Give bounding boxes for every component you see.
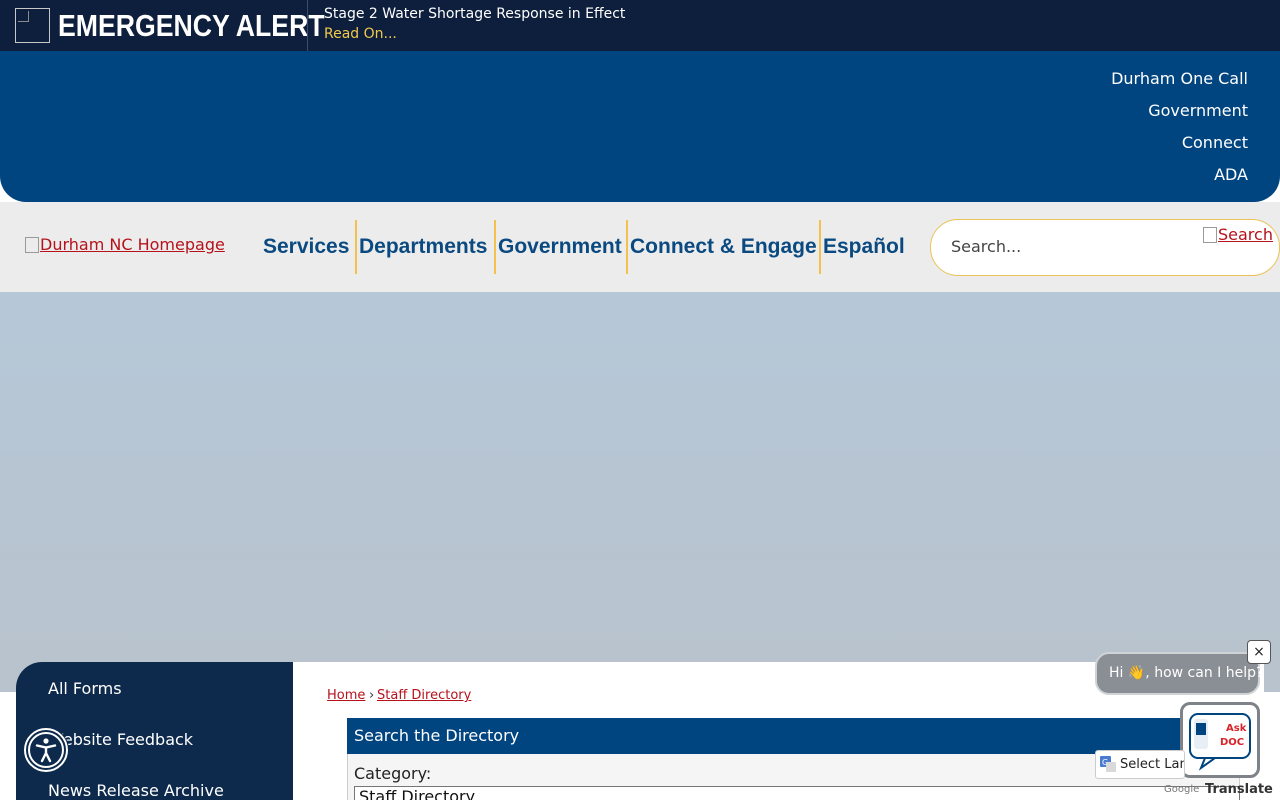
nav-separator [494, 220, 496, 274]
utility-link-government[interactable]: Government [1148, 101, 1248, 120]
breadcrumb-home[interactable]: Home [327, 688, 365, 703]
chat-close-button[interactable]: × [1247, 640, 1271, 664]
side-link-news-release-archive[interactable]: News Release Archive [48, 781, 224, 800]
nav-connect-engage[interactable]: Connect & Engage [630, 220, 817, 274]
google-translate-icon: G [1100, 756, 1116, 772]
search-button-alt: Search [1218, 225, 1273, 244]
nav-government[interactable]: Government [498, 220, 622, 274]
utility-header [0, 51, 1280, 202]
alert-title: EMERGENCY ALERT [58, 8, 325, 43]
nav-separator [819, 220, 821, 274]
powered-by-google: Google [1164, 784, 1200, 795]
nav-separator [355, 220, 357, 274]
homepage-logo-link[interactable]: Durham NC Homepage [25, 235, 225, 254]
alert-divider [307, 0, 308, 51]
ask-doc-chat-button[interactable]: Ask DOC [1180, 702, 1260, 778]
nav-departments[interactable]: Departments [359, 220, 487, 274]
utility-link-durham-one-call[interactable]: Durham One Call [1111, 69, 1248, 88]
search-input[interactable] [951, 237, 1181, 256]
side-link-all-forms[interactable]: All Forms [48, 679, 122, 698]
breadcrumb-staff-directory[interactable]: Staff Directory [377, 688, 471, 703]
ask-doc-line1: Ask [1226, 723, 1247, 734]
alert-read-on-link[interactable]: Read On... [324, 26, 397, 42]
utility-link-ada[interactable]: ADA [1214, 165, 1248, 184]
broken-image-icon [25, 236, 39, 253]
chat-greeting-bubble[interactable]: Hi 👋, how can I help? [1095, 652, 1263, 695]
alert-message: Stage 2 Water Shortage Response in Effec… [324, 6, 626, 22]
utility-link-connect[interactable]: Connect [1182, 133, 1248, 152]
nav-separator [626, 220, 628, 274]
ask-doc-badge-icon: Ask DOC [1189, 713, 1251, 771]
category-select[interactable]: Staff Directory [354, 786, 1240, 800]
accessibility-figure-icon [28, 732, 64, 768]
category-label: Category: [354, 764, 432, 783]
alert-image-icon [15, 8, 50, 43]
nav-espanol[interactable]: Español [823, 220, 905, 274]
hero-banner [0, 292, 1280, 692]
side-link-website-feedback[interactable]: Website Feedback [48, 730, 193, 749]
search-button[interactable]: Search [1203, 225, 1273, 244]
search-image-icon [1203, 226, 1217, 243]
logo-alt-text: Durham NC Homepage [40, 235, 225, 254]
accessibility-icon[interactable] [24, 728, 68, 772]
ask-doc-line2: DOC [1220, 737, 1244, 748]
directory-header: Search the Directory [347, 718, 1240, 754]
translate-link[interactable]: Translate [1205, 782, 1273, 797]
nav-services[interactable]: Services [263, 220, 349, 274]
breadcrumb-separator: › [369, 688, 375, 703]
